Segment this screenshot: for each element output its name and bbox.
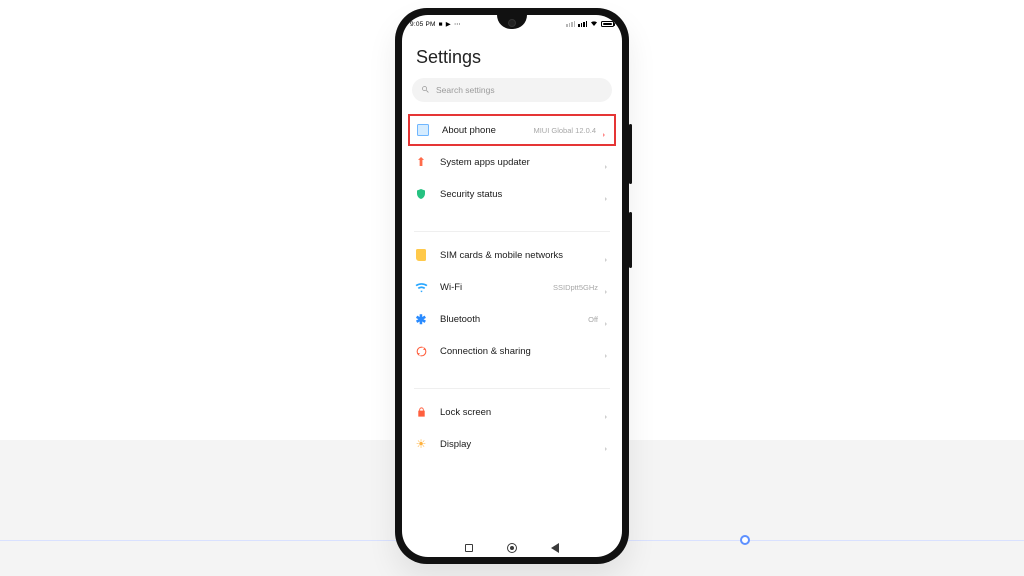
more-icon: ⋯ [454,20,461,28]
row-label: Display [440,439,602,450]
shield-icon [414,187,428,201]
display-icon: ☀ [414,437,428,451]
chevron-right-icon [602,158,610,166]
about-icon [416,123,430,137]
search-icon [421,85,430,96]
row-bluetooth[interactable]: ✱ Bluetooth Off [402,303,622,335]
row-lock-screen[interactable]: Lock screen [402,396,622,428]
record-icon: ▶ [446,20,451,28]
search-placeholder: Search settings [436,85,495,95]
status-time: 9:05 PM [410,21,436,28]
chevron-right-icon [600,126,608,134]
nav-recents[interactable] [465,544,473,552]
row-security-status[interactable]: Security status [402,178,622,210]
phone-frame: 9:05 PM ■ ▶ ⋯ Settings Search settings [395,8,629,564]
signal-dim-icon [566,21,575,27]
battery-icon [601,21,614,27]
wifi-status-icon [590,19,598,29]
row-value: MIUI Global 12.0.4 [533,126,596,135]
row-label: Bluetooth [440,314,588,325]
nav-home[interactable] [507,543,517,553]
row-system-apps-updater[interactable]: ⬆ System apps updater [402,146,622,178]
chevron-right-icon [602,190,610,198]
power-button [629,212,632,268]
row-label: System apps updater [440,157,602,168]
row-label: Lock screen [440,407,602,418]
row-wifi[interactable]: Wi-Fi SSIDptt5GHz [402,271,622,303]
bt-icon: ✱ [414,312,428,326]
page-title: Settings [402,33,622,78]
status-bar: 9:05 PM ■ ▶ ⋯ [402,15,622,33]
row-sim-networks[interactable]: SIM cards & mobile networks [402,239,622,271]
row-connection-sharing[interactable]: Connection & sharing [402,335,622,367]
row-label: About phone [442,125,533,136]
page-progress-thumb[interactable] [740,535,750,545]
chevron-right-icon [602,408,610,416]
row-label: SIM cards & mobile networks [440,250,602,261]
lock-icon [414,405,428,419]
nav-back[interactable] [551,543,559,553]
chevron-right-icon [602,347,610,355]
row-label: Wi-Fi [440,282,553,293]
volume-button [629,124,632,184]
phone-screen: 9:05 PM ■ ▶ ⋯ Settings Search settings [402,15,622,557]
search-input[interactable]: Search settings [412,78,612,102]
sim-icon [414,248,428,262]
video-icon: ■ [439,21,443,28]
signal-icon [578,21,587,27]
chevron-right-icon [602,251,610,259]
row-value: Off [588,315,598,324]
chevron-right-icon [602,315,610,323]
chevron-right-icon [602,283,610,291]
row-label: Security status [440,189,602,200]
updater-icon: ⬆ [414,155,428,169]
row-display[interactable]: ☀ Display [402,428,622,460]
row-label: Connection & sharing [440,346,602,357]
row-about-phone[interactable]: About phone MIUI Global 12.0.4 [408,114,616,146]
separator [414,388,610,389]
row-value: SSIDptt5GHz [553,283,598,292]
chevron-right-icon [602,440,610,448]
nav-bar [402,539,622,557]
content-scroll[interactable]: Settings Search settings About phone MIU… [402,33,622,539]
separator [414,231,610,232]
share-icon [414,344,428,358]
wifi-icon [414,280,428,294]
